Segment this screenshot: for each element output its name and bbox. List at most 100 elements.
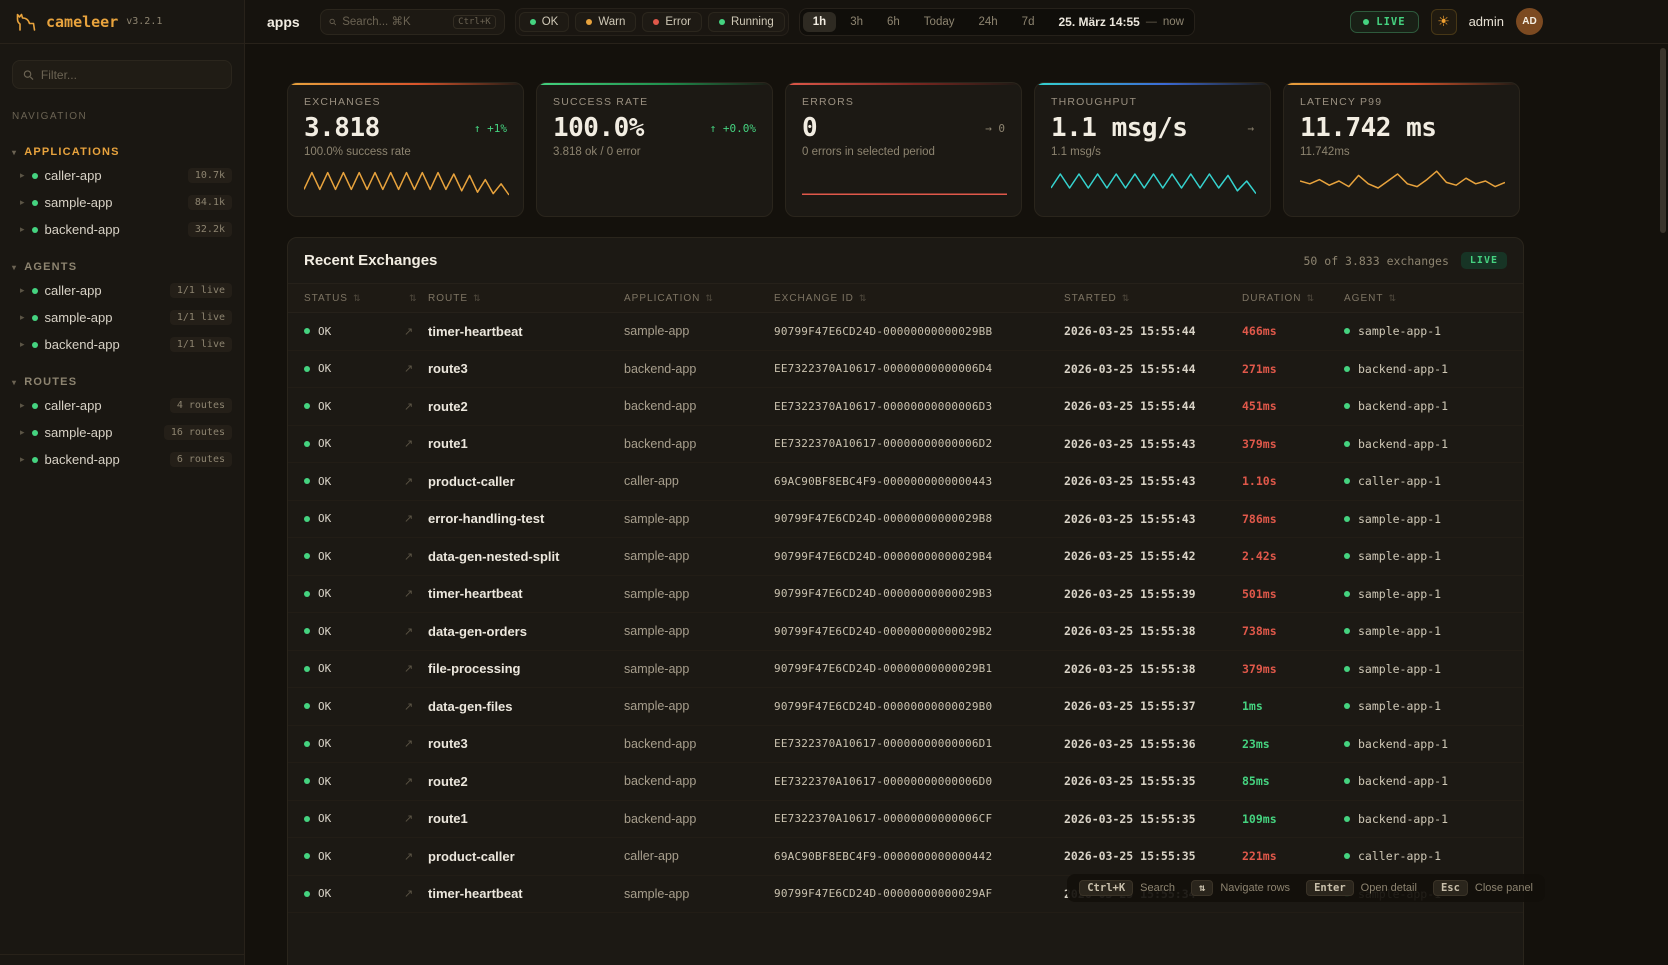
sidebar-item-route[interactable]: ▸ caller-app 4 routes <box>0 392 244 419</box>
sidebar-item-agent[interactable]: ▸ caller-app 1/1 live <box>0 277 244 304</box>
status-filter-chip[interactable]: Warn <box>575 12 636 32</box>
status-text: OK <box>318 512 331 525</box>
table-row[interactable]: OK ↗ route2 backend-app EE7322370A10617-… <box>288 763 1523 801</box>
table-row[interactable]: OK ↗ timer-heartbeat sample-app 90799F47… <box>288 576 1523 614</box>
table-row[interactable]: OK ↗ timer-heartbeat sample-app 90799F47… <box>288 313 1523 351</box>
table-row[interactable]: OK ↗ product-caller caller-app 69AC90BF8… <box>288 838 1523 876</box>
table-row[interactable]: OK ↗ data-gen-nested-split sample-app 90… <box>288 538 1523 576</box>
range-button[interactable]: Today <box>914 12 965 32</box>
range-button[interactable]: 24h <box>968 12 1007 32</box>
open-detail-icon[interactable]: ↗ <box>404 625 413 638</box>
status-cell: OK <box>304 587 404 600</box>
status-filter-chip[interactable]: Error <box>642 12 702 32</box>
status-dot <box>32 173 38 179</box>
chevron-right-icon: ▸ <box>20 170 25 181</box>
open-detail-icon[interactable]: ↗ <box>404 850 413 863</box>
sidebar-item-agent[interactable]: ▸ backend-app 1/1 live <box>0 331 244 358</box>
application-cell: caller-app <box>624 474 774 488</box>
open-detail-icon[interactable]: ↗ <box>404 362 413 375</box>
application-cell: sample-app <box>624 887 774 901</box>
table-row[interactable]: OK ↗ product-caller caller-app 69AC90BF8… <box>288 463 1523 501</box>
scrollbar-thumb[interactable] <box>1660 48 1666 233</box>
search-shortcut-badge: Ctrl+K <box>453 15 496 29</box>
stat-subtext: 100.0% success rate <box>304 146 507 158</box>
duration-cell: 271ms <box>1242 362 1344 376</box>
range-button[interactable]: 1h <box>803 12 836 32</box>
filter-input[interactable] <box>41 68 221 82</box>
sidebar-item-application[interactable]: ▸ backend-app 32.2k <box>0 216 244 243</box>
sidebar-item-route[interactable]: ▸ sample-app 16 routes <box>0 419 244 446</box>
duration-cell: 451ms <box>1242 399 1344 413</box>
table-row[interactable]: OK ↗ error-handling-test sample-app 9079… <box>288 501 1523 539</box>
table-row[interactable]: OK ↗ data-gen-orders sample-app 90799F47… <box>288 613 1523 651</box>
open-detail-icon[interactable]: ↗ <box>404 812 413 825</box>
status-filter-chip[interactable]: OK <box>519 12 570 32</box>
open-detail-icon[interactable]: ↗ <box>404 775 413 788</box>
column-header[interactable]: STARTED ⇅ <box>1064 293 1242 304</box>
stat-card[interactable]: ERRORS 0 → 0 0 errors in selected period <box>785 82 1022 217</box>
stat-label: EXCHANGES <box>304 96 507 108</box>
column-header[interactable]: APPLICATION ⇅ <box>624 293 774 304</box>
stat-card[interactable]: THROUGHPUT 1.1 msg/s → 1.1 msg/s <box>1034 82 1271 217</box>
open-detail-icon[interactable]: ↗ <box>404 437 413 450</box>
table-row[interactable]: OK ↗ route1 backend-app EE7322370A10617-… <box>288 801 1523 839</box>
sidebar-item-application[interactable]: ▸ caller-app 10.7k <box>0 162 244 189</box>
hint-label: Navigate rows <box>1220 882 1290 894</box>
status-text: OK <box>318 550 331 563</box>
open-detail-icon[interactable]: ↗ <box>404 512 413 525</box>
open-detail-icon[interactable]: ↗ <box>404 325 413 338</box>
theme-toggle-button[interactable]: ☀ <box>1431 9 1457 35</box>
open-detail-icon[interactable]: ↗ <box>404 587 413 600</box>
sidebar-item-agent[interactable]: ▸ sample-app 1/1 live <box>0 304 244 331</box>
table-row[interactable]: OK ↗ data-gen-files sample-app 90799F47E… <box>288 688 1523 726</box>
range-button[interactable]: 7d <box>1012 12 1045 32</box>
table-row[interactable]: OK ↗ route3 backend-app EE7322370A10617-… <box>288 726 1523 764</box>
column-header[interactable]: ROUTE ⇅ <box>428 293 624 304</box>
exchange-id-cell: 69AC90BF8EBC4F9-0000000000000442 <box>774 850 1064 863</box>
user-avatar[interactable]: AD <box>1516 8 1543 35</box>
open-detail-icon[interactable]: ↗ <box>404 662 413 675</box>
stat-card[interactable]: LATENCY P99 11.742 ms 11.742ms <box>1283 82 1520 217</box>
stat-card[interactable]: SUCCESS RATE 100.0% ↑ +0.0% 3.818 ok / 0… <box>536 82 773 217</box>
section-header-applications[interactable]: ▾ APPLICATIONS <box>0 142 244 162</box>
sidebar-item-application[interactable]: ▸ sample-app 84.1k <box>0 189 244 216</box>
column-header[interactable]: AGENT ⇅ <box>1344 293 1507 304</box>
column-header[interactable]: STATUS ⇅ <box>304 293 404 304</box>
open-cell: ↗ <box>404 812 428 825</box>
sidebar-item-route[interactable]: ▸ backend-app 6 routes <box>0 446 244 473</box>
agent-name: backend-app-1 <box>1358 737 1448 751</box>
application-cell: sample-app <box>624 662 774 676</box>
application-cell: sample-app <box>624 624 774 638</box>
section-header-agents[interactable]: ▾ AGENTS <box>0 257 244 277</box>
search-input[interactable] <box>342 16 447 28</box>
agent-cell: sample-app-1 <box>1344 324 1507 338</box>
range-button[interactable]: 6h <box>877 12 910 32</box>
open-detail-icon[interactable]: ↗ <box>404 475 413 488</box>
status-filter-chip[interactable]: Running <box>708 12 785 32</box>
section-routes: ▾ ROUTES ▸ caller-app 4 routes ▸ sample-… <box>0 372 244 473</box>
open-detail-icon[interactable]: ↗ <box>404 700 413 713</box>
column-header[interactable]: DURATION ⇅ <box>1242 293 1344 304</box>
app-logo[interactable]: cameleer v3.2.1 <box>0 0 244 44</box>
route-cell: route1 <box>428 436 624 451</box>
keyboard-hints-bar: Ctrl+K Search ⇅ Navigate rows Enter Open… <box>1067 874 1545 902</box>
range-button[interactable]: 3h <box>840 12 873 32</box>
started-cell: 2026-03-25 15:55:35 <box>1064 849 1242 863</box>
table-row[interactable]: OK ↗ route3 backend-app EE7322370A10617-… <box>288 351 1523 389</box>
stat-value: 100.0% <box>553 113 644 143</box>
route-cell: timer-heartbeat <box>428 324 624 339</box>
open-detail-icon[interactable]: ↗ <box>404 737 413 750</box>
open-detail-icon[interactable]: ↗ <box>404 400 413 413</box>
column-label: STATUS <box>304 293 348 304</box>
item-label: sample-app <box>45 425 157 440</box>
table-row[interactable]: OK ↗ route2 backend-app EE7322370A10617-… <box>288 388 1523 426</box>
table-row[interactable]: OK ↗ file-processing sample-app 90799F47… <box>288 651 1523 689</box>
open-detail-icon[interactable]: ↗ <box>404 550 413 563</box>
live-indicator[interactable]: LIVE <box>1350 11 1418 33</box>
column-header[interactable]: ⇅ <box>404 293 428 304</box>
stat-card[interactable]: EXCHANGES 3.818 ↑ +1% 100.0% success rat… <box>287 82 524 217</box>
section-header-routes[interactable]: ▾ ROUTES <box>0 372 244 392</box>
column-header[interactable]: EXCHANGE ID ⇅ <box>774 293 1064 304</box>
open-detail-icon[interactable]: ↗ <box>404 887 413 900</box>
table-row[interactable]: OK ↗ route1 backend-app EE7322370A10617-… <box>288 426 1523 464</box>
